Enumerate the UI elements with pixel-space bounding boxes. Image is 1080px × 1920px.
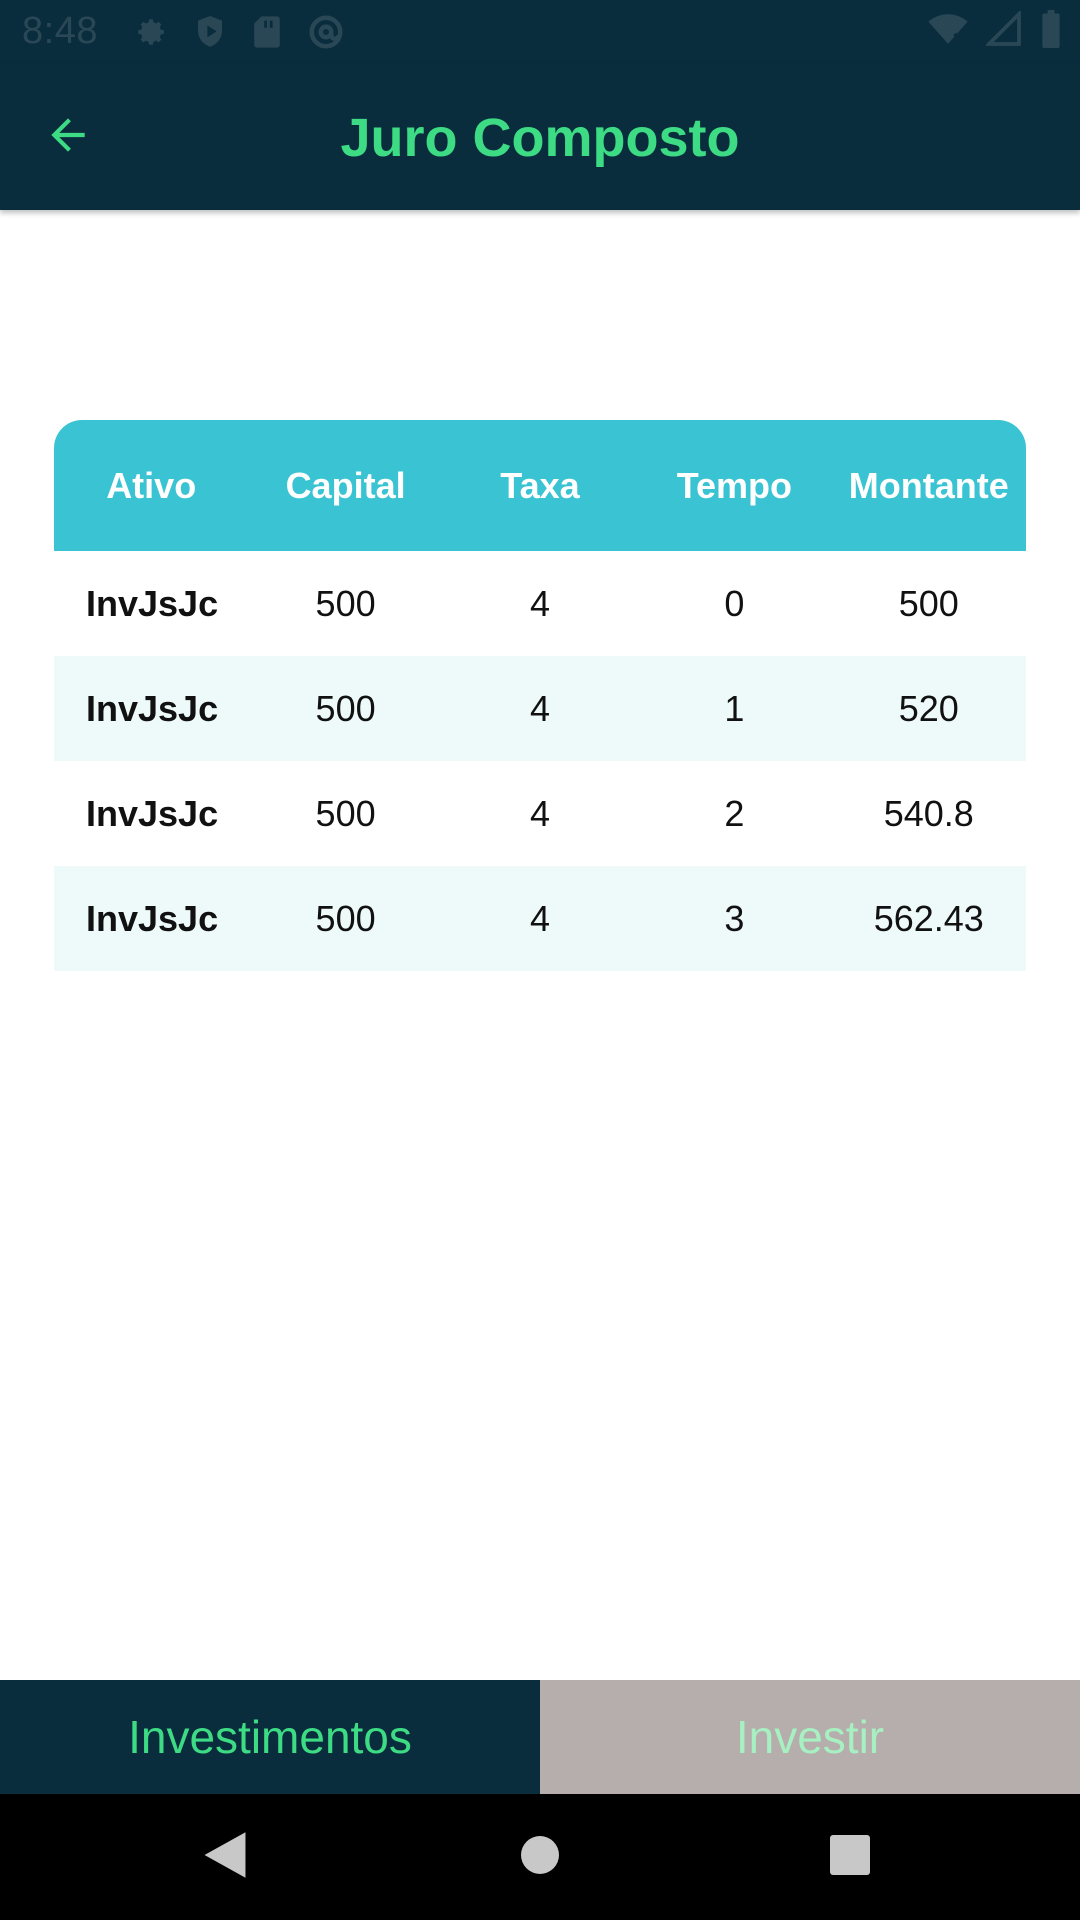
system-nav-bar — [0, 1794, 1080, 1920]
header-tempo: Tempo — [676, 464, 793, 506]
tab-investimentos[interactable]: Investimentos — [0, 1680, 540, 1794]
cell-tempo: 2 — [724, 792, 745, 834]
cell-ativo: InvJsJc — [86, 582, 219, 624]
cell-montante: 562.43 — [873, 897, 984, 939]
cell-taxa: 4 — [529, 687, 550, 729]
header-capital: Capital — [285, 464, 406, 506]
cell-taxa: 4 — [529, 582, 550, 624]
header-montante: Montante — [848, 464, 1009, 506]
sd-card-icon — [252, 15, 282, 49]
cell-ativo: InvJsJc — [86, 687, 219, 729]
table-row: InvJsJc 500 4 1 520 — [54, 656, 1026, 761]
cell-tempo: 3 — [724, 897, 745, 939]
battery-icon — [1040, 10, 1062, 53]
at-sign-icon — [308, 14, 344, 50]
page-title: Juro Composto — [340, 108, 740, 168]
status-icons — [134, 14, 344, 50]
nav-home-button[interactable] — [507, 1824, 573, 1890]
cell-taxa: 4 — [529, 897, 550, 939]
app-bar: Juro Composto — [0, 63, 1080, 210]
square-recents-icon — [830, 1834, 870, 1880]
triangle-back-icon — [202, 1830, 248, 1885]
cell-capital: 500 — [315, 897, 376, 939]
cell-montante: 540.8 — [883, 792, 974, 834]
nav-recents-button[interactable] — [817, 1824, 883, 1890]
shield-play-icon — [194, 14, 226, 50]
cell-tempo: 1 — [724, 687, 745, 729]
table-row: InvJsJc 500 4 0 500 — [54, 551, 1026, 656]
cell-capital: 500 — [315, 582, 376, 624]
cell-montante: 500 — [898, 582, 959, 624]
circle-home-icon — [520, 1835, 560, 1880]
cell-taxa: 4 — [529, 792, 550, 834]
header-ativo: Ativo — [106, 464, 197, 506]
wifi-off-icon — [928, 11, 968, 52]
gear-icon — [134, 15, 168, 49]
cell-montante: 520 — [898, 687, 959, 729]
investment-table: Ativo Capital Taxa Tempo Montante InvJsJ… — [54, 420, 1026, 971]
table-row: InvJsJc 500 4 2 540.8 — [54, 761, 1026, 866]
nav-back-button[interactable] — [192, 1824, 258, 1890]
header-taxa: Taxa — [500, 464, 580, 506]
cell-capital: 500 — [315, 792, 376, 834]
status-right-icons — [928, 9, 1062, 53]
status-bar: 8:48 — [0, 0, 1080, 63]
cell-capital: 500 — [315, 687, 376, 729]
table-row: InvJsJc 500 4 3 562.43 — [54, 866, 1026, 971]
table-header: Ativo Capital Taxa Tempo Montante — [54, 420, 1026, 551]
status-time: 8:48 — [22, 10, 98, 52]
cell-ativo: InvJsJc — [86, 792, 219, 834]
signal-icon — [984, 9, 1022, 52]
cell-ativo: InvJsJc — [86, 897, 219, 939]
cell-tempo: 0 — [724, 582, 745, 624]
tab-investir[interactable]: Investir — [540, 1680, 1080, 1794]
bottom-tabs: Investimentos Investir — [0, 1680, 1080, 1794]
